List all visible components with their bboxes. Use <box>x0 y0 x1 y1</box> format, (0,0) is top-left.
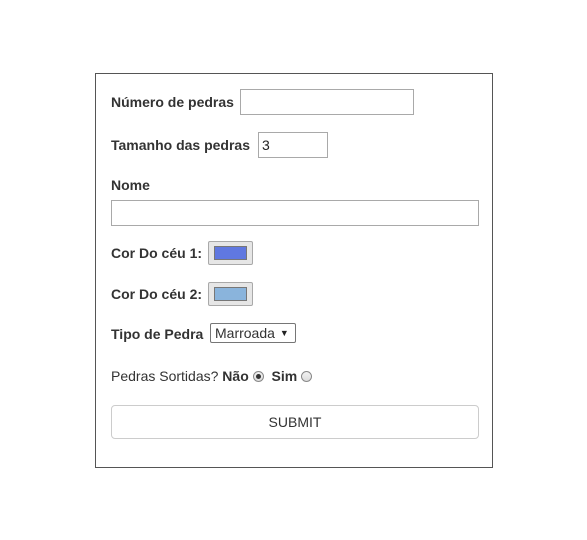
radio-sim[interactable] <box>301 371 313 382</box>
cor-ceu2-label: Cor Do céu 2: <box>111 286 203 302</box>
cor-ceu2-picker[interactable] <box>208 282 253 306</box>
chevron-down-icon: ▼ <box>279 328 289 338</box>
cor-ceu2-swatch <box>214 287 247 301</box>
tipo-pedra-select[interactable]: Marroada ▼ <box>210 323 296 343</box>
radio-sim-label: Sim <box>271 368 298 384</box>
tipo-pedra-selected-value: Marroada <box>215 325 275 341</box>
num-pedras-label: Número de pedras <box>111 94 234 110</box>
pedras-sortidas-group: Pedras Sortidas? Não Sim <box>111 368 313 384</box>
tamanho-pedras-input[interactable] <box>258 132 328 158</box>
tamanho-pedras-label: Tamanho das pedras <box>111 137 251 153</box>
form-container: Número de pedras Tamanho das pedras Nome… <box>95 73 493 468</box>
cor-ceu1-label: Cor Do céu 1: <box>111 245 203 261</box>
cor-ceu1-picker[interactable] <box>208 241 253 265</box>
submit-button[interactable]: Submit <box>111 405 479 439</box>
num-pedras-input[interactable] <box>240 89 414 115</box>
pedras-sortidas-label: Pedras Sortidas? <box>111 368 219 384</box>
cor-ceu1-swatch <box>214 246 247 260</box>
radio-nao-label: Não <box>222 368 249 384</box>
radio-nao[interactable] <box>252 371 264 382</box>
tipo-pedra-label: Tipo de Pedra <box>111 326 204 342</box>
nome-input[interactable] <box>111 200 479 226</box>
nome-label: Nome <box>111 177 150 193</box>
